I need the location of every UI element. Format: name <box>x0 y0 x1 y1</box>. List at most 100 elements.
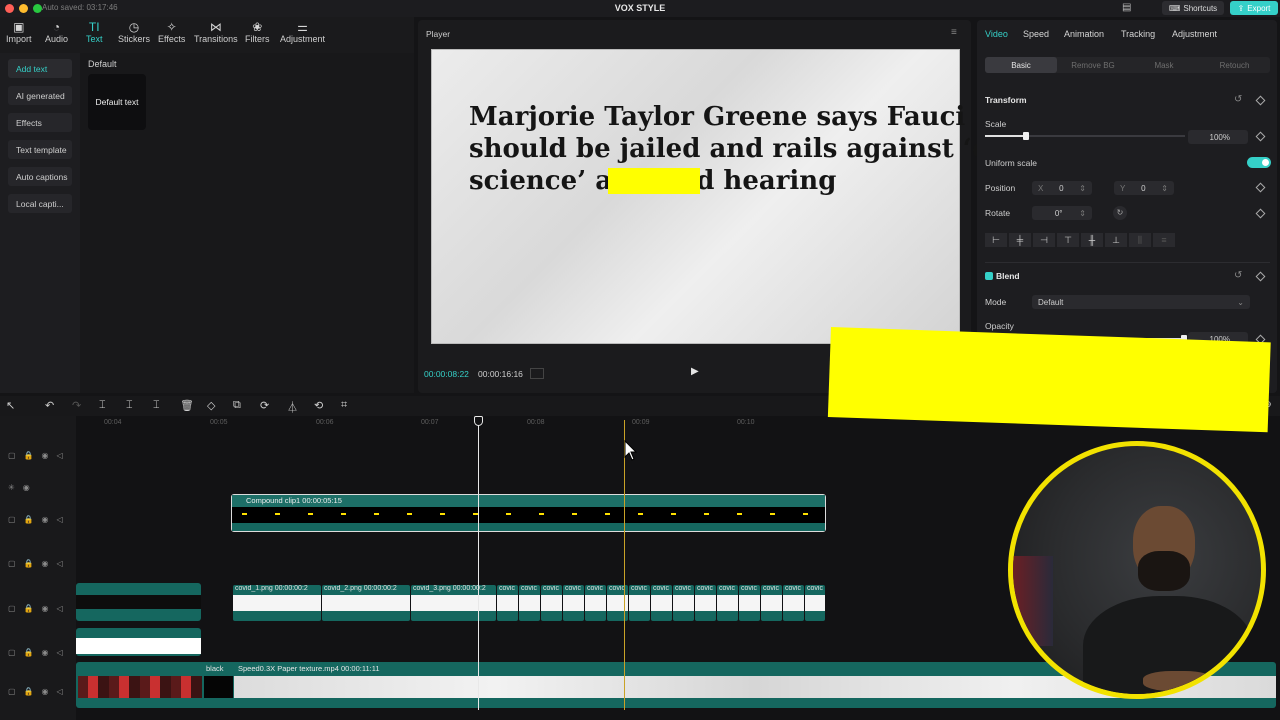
tab-tracking[interactable]: Tracking <box>1121 29 1155 39</box>
distribute-h-icon[interactable]: ⫼ <box>1129 233 1151 247</box>
align-bottom-icon[interactable]: ⊥ <box>1105 233 1127 247</box>
short-clip[interactable] <box>76 583 201 621</box>
position-label: Position <box>985 183 1016 193</box>
align-top-icon[interactable]: ⊤ <box>1057 233 1079 247</box>
png-clip[interactable]: covic <box>585 585 606 621</box>
sidebar-item-ai-generated[interactable]: AI generated <box>8 86 72 105</box>
tab-stickers[interactable]: ◷ Stickers <box>118 20 150 44</box>
align-center-h-icon[interactable]: ╪ <box>1009 233 1031 247</box>
tab-speed[interactable]: Speed <box>1023 29 1049 39</box>
tab-filters[interactable]: ❀ Filters <box>245 20 270 44</box>
rotate-input[interactable]: 0° ⇕ <box>1032 206 1092 220</box>
track-controls[interactable]: ▢ 🔒 ◉ ◁ <box>8 451 63 460</box>
sticker-icon: ◷ <box>128 20 140 34</box>
headline-text[interactable]: Marjorie Taylor Greene says Fauci should… <box>469 101 1023 197</box>
split-right-icon[interactable]: ⌶ <box>153 399 160 412</box>
rotate-icon[interactable]: ⟲ <box>314 399 323 412</box>
distribute-v-icon[interactable]: ≡ <box>1153 233 1175 247</box>
marker-icon[interactable]: ◇ <box>207 399 215 412</box>
png-clip[interactable]: covic <box>695 585 716 621</box>
reset-transform-icon[interactable]: ↺ <box>1234 94 1242 105</box>
png-clip[interactable]: covic <box>541 585 562 621</box>
png-clip[interactable]: covic <box>497 585 518 621</box>
split-left-icon[interactable]: ⌶ <box>126 399 133 412</box>
text-icon: TI <box>88 20 100 34</box>
blend-checkbox[interactable] <box>985 272 993 280</box>
shortcuts-button[interactable]: ⌨ Shortcuts <box>1162 1 1224 15</box>
subtab-remove-bg[interactable]: Remove BG <box>1057 57 1129 73</box>
subtab-retouch[interactable]: Retouch <box>1199 57 1270 73</box>
presenter-hands <box>1143 671 1213 691</box>
align-center-v-icon[interactable]: ╫ <box>1081 233 1103 247</box>
track-controls[interactable]: ▢ 🔒 ◉ ◁ <box>8 648 63 657</box>
tab-video[interactable]: Video <box>985 29 1008 39</box>
undo-icon[interactable]: ↶ <box>45 399 54 412</box>
uniform-scale-toggle[interactable] <box>1247 157 1271 168</box>
png-clip[interactable]: covid_1.png 00:00:00:2 <box>233 585 321 621</box>
align-right-icon[interactable]: ⊣ <box>1033 233 1055 247</box>
tab-text[interactable]: TI Text <box>86 20 103 44</box>
redo-icon[interactable]: ↷ <box>72 399 81 412</box>
png-clip[interactable]: covic <box>563 585 584 621</box>
png-clip[interactable]: covic <box>739 585 760 621</box>
mirror-icon[interactable]: ⏃ <box>287 399 298 415</box>
align-left-icon[interactable]: ⊢ <box>985 233 1007 247</box>
webcam-overlay <box>1008 441 1266 699</box>
png-clip[interactable]: covic <box>783 585 804 621</box>
png-clip[interactable]: covid_2.png 00:00:00:2 <box>322 585 410 621</box>
position-x-input[interactable]: X 0 ⇕ <box>1032 181 1092 195</box>
media-toolbar: ▣ Import ◔ Audio TI Text ◷ Stickers ✧ Effects… <box>0 17 414 53</box>
menu-icon[interactable]: ≡ <box>951 27 957 38</box>
tab-adjustment-inspector[interactable]: Adjustment <box>1172 29 1217 39</box>
track-controls[interactable]: ✳ ◉ <box>8 483 30 492</box>
delete-icon[interactable]: 🗑 <box>180 399 194 412</box>
timeline-view-icon[interactable] <box>530 368 544 379</box>
png-clip[interactable]: covic <box>673 585 694 621</box>
png-clip[interactable]: covic <box>629 585 650 621</box>
rotate-dial-icon[interactable]: ↻ <box>1113 206 1127 220</box>
playhead-handle[interactable] <box>474 416 483 426</box>
export-button[interactable]: ⇪ Export <box>1230 1 1278 15</box>
split-icon[interactable]: ⌶ <box>99 399 106 412</box>
png-clip[interactable]: covic <box>761 585 782 621</box>
png-clip[interactable]: covic <box>519 585 540 621</box>
png-clip[interactable]: covic <box>717 585 738 621</box>
tab-adjustment[interactable]: ⚌ Adjustment <box>280 20 325 44</box>
tab-import[interactable]: ▣ Import <box>6 20 32 44</box>
clip-markers <box>242 513 819 515</box>
png-clip[interactable]: covic <box>651 585 672 621</box>
sidebar-item-effects[interactable]: Effects <box>8 113 72 132</box>
reset-blend-icon[interactable]: ↺ <box>1234 270 1242 281</box>
png-clip[interactable]: covic <box>805 585 825 621</box>
compound-clip-label: Compound clip1 00:00:05:15 <box>232 495 825 507</box>
position-y-input[interactable]: Y 0 ⇕ <box>1114 181 1174 195</box>
track-controls[interactable]: ▢ 🔒 ◉ ◁ <box>8 515 63 524</box>
subtab-mask[interactable]: Mask <box>1129 57 1199 73</box>
sidebar-item-text-template[interactable]: Text template <box>8 140 72 159</box>
freeze-icon[interactable]: ⧉ <box>233 399 241 412</box>
tab-audio[interactable]: ◔ Audio <box>45 20 68 44</box>
playhead[interactable] <box>478 420 479 710</box>
track-controls[interactable]: ▢ 🔒 ◉ ◁ <box>8 604 63 613</box>
layout-icon[interactable]: ▤ <box>1122 2 1131 13</box>
reverse-icon[interactable]: ⟳ <box>260 399 269 412</box>
crop-icon[interactable]: ⌗ <box>341 399 347 412</box>
blend-mode-select[interactable]: Default ⌄ <box>1032 295 1250 309</box>
track-controls[interactable]: ▢ 🔒 ◉ ◁ <box>8 687 63 696</box>
tab-effects[interactable]: ✧ Effects <box>158 20 185 44</box>
track-controls[interactable]: ▢ 🔒 ◉ ◁ <box>8 559 63 568</box>
select-tool-icon[interactable]: ↖ <box>6 399 15 412</box>
sidebar-item-auto-captions[interactable]: Auto captions <box>8 167 72 186</box>
play-button[interactable]: ▶ <box>691 366 699 377</box>
sidebar-item-add-text[interactable]: Add text <box>8 59 72 78</box>
tab-animation[interactable]: Animation <box>1064 29 1104 39</box>
subtab-basic[interactable]: Basic <box>985 57 1057 73</box>
compound-clip[interactable]: Compound clip1 00:00:05:15 <box>231 494 826 532</box>
scale-input[interactable]: 100% <box>1188 130 1248 144</box>
default-text-card[interactable]: Default text <box>88 74 146 130</box>
png-clip[interactable]: covid_3.png 00:00:00:2 <box>411 585 496 621</box>
sidebar-item-local-captions[interactable]: Local capti... <box>8 194 72 213</box>
scale-slider-handle[interactable] <box>1023 132 1029 140</box>
short-clip[interactable] <box>76 628 201 656</box>
tab-transitions[interactable]: ⋈ Transitions <box>194 20 238 44</box>
